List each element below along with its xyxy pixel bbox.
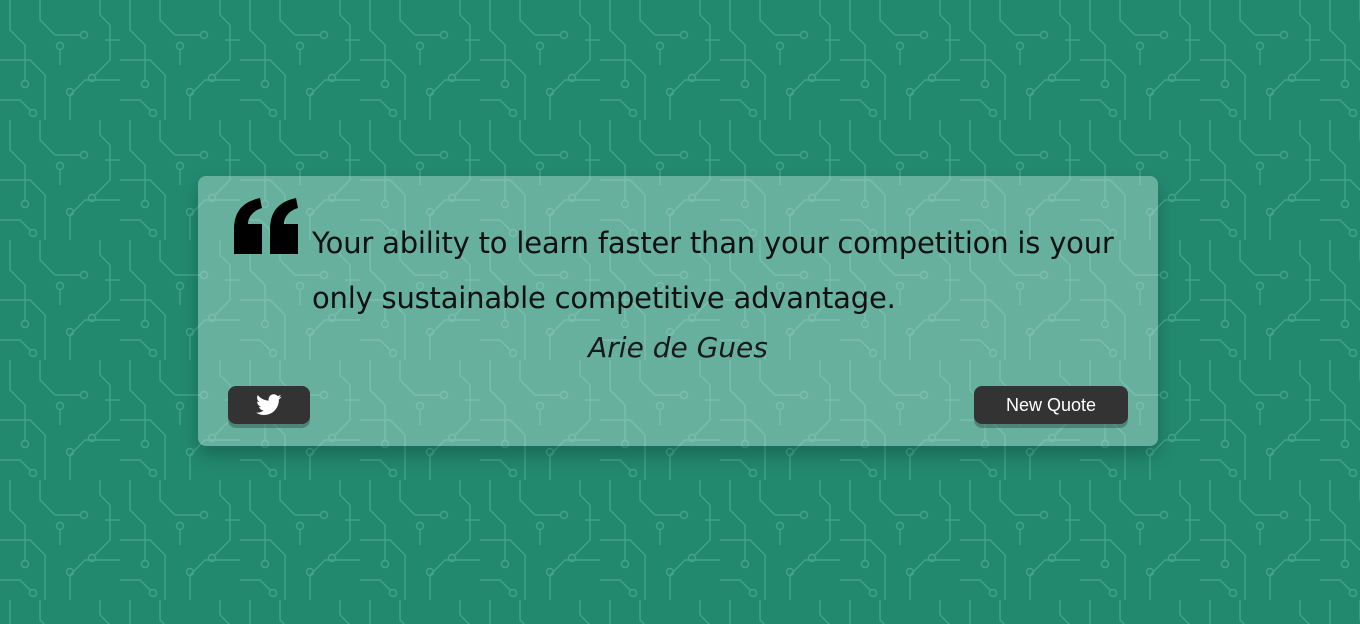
- quote-left-icon: [234, 198, 298, 254]
- twitter-icon: [256, 394, 282, 415]
- new-quote-button[interactable]: New Quote: [974, 386, 1128, 424]
- quote-author: Arie de Gues: [588, 331, 768, 364]
- quote-card: Your ability to learn faster than your c…: [198, 176, 1158, 446]
- tweet-button[interactable]: [228, 386, 310, 424]
- quote-text: Your ability to learn faster than your c…: [312, 226, 1114, 315]
